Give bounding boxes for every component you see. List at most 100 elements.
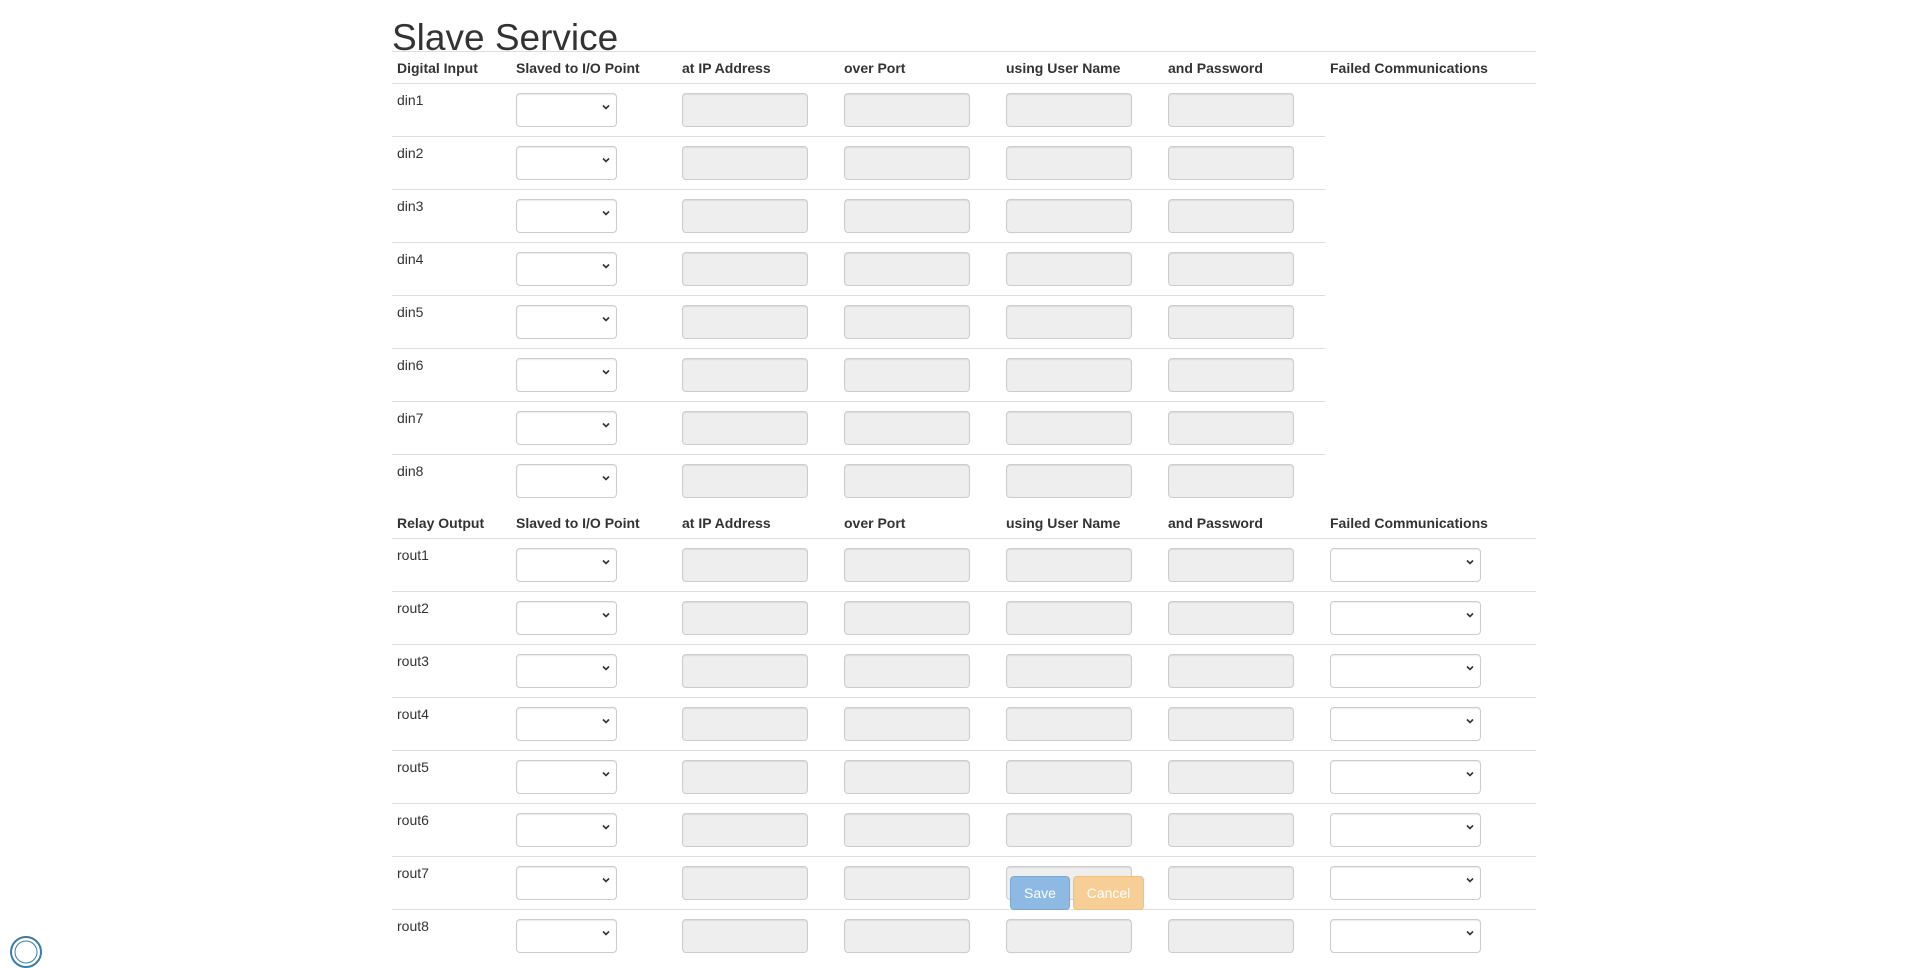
slaved-to-select[interactable]	[516, 760, 617, 794]
ip-address-input[interactable]	[682, 707, 808, 741]
password-input[interactable]	[1168, 93, 1294, 127]
failed-communications-select[interactable]	[1330, 760, 1481, 794]
column-header: and Password	[1163, 507, 1325, 539]
slaved-to-select[interactable]	[516, 601, 617, 635]
slaved-to-select[interactable]	[516, 813, 617, 847]
username-input[interactable]	[1006, 252, 1132, 286]
slaved-to-select[interactable]	[516, 199, 617, 233]
username-input[interactable]	[1006, 654, 1132, 688]
username-input[interactable]	[1006, 760, 1132, 794]
port-input[interactable]	[844, 464, 970, 498]
port-input[interactable]	[844, 411, 970, 445]
ip-address-input[interactable]	[682, 548, 808, 582]
failed-communications-select[interactable]	[1330, 707, 1481, 741]
port-input[interactable]	[844, 548, 970, 582]
ip-address-input[interactable]	[682, 464, 808, 498]
port-input[interactable]	[844, 601, 970, 635]
port-input[interactable]	[844, 199, 970, 233]
ip-address-input[interactable]	[682, 305, 808, 339]
slaved-to-select[interactable]	[516, 654, 617, 688]
failed-communications-select[interactable]	[1330, 654, 1481, 688]
ip-address-cell	[677, 591, 839, 645]
slaved-to-select[interactable]	[516, 919, 617, 953]
ip-address-cell	[677, 348, 839, 402]
username-input[interactable]	[1006, 411, 1132, 445]
password-cell	[1163, 348, 1325, 402]
port-input[interactable]	[844, 707, 970, 741]
password-input[interactable]	[1168, 411, 1294, 445]
slaved-to-select[interactable]	[516, 866, 617, 900]
slaved-to-select[interactable]	[516, 358, 617, 392]
port-input[interactable]	[844, 93, 970, 127]
port-cell	[839, 136, 1001, 190]
ip-address-input[interactable]	[682, 760, 808, 794]
ip-address-input[interactable]	[682, 252, 808, 286]
ip-address-input[interactable]	[682, 919, 808, 953]
slaved-to-select[interactable]	[516, 464, 617, 498]
slaved-to-select[interactable]	[516, 146, 617, 180]
ip-address-input[interactable]	[682, 601, 808, 635]
ip-address-input[interactable]	[682, 813, 808, 847]
port-input[interactable]	[844, 146, 970, 180]
slaved-to-select[interactable]	[516, 93, 617, 127]
password-input[interactable]	[1168, 252, 1294, 286]
port-cell	[839, 189, 1001, 243]
failed-communications-select[interactable]	[1330, 548, 1481, 582]
password-input[interactable]	[1168, 919, 1294, 953]
password-cell	[1163, 401, 1325, 455]
ip-address-input[interactable]	[682, 654, 808, 688]
password-input[interactable]	[1168, 305, 1294, 339]
password-input[interactable]	[1168, 548, 1294, 582]
port-input[interactable]	[844, 252, 970, 286]
username-input[interactable]	[1006, 601, 1132, 635]
password-input[interactable]	[1168, 813, 1294, 847]
failed-communications-select[interactable]	[1330, 866, 1481, 900]
failed-communications-select[interactable]	[1330, 919, 1481, 953]
username-input[interactable]	[1006, 305, 1132, 339]
username-input[interactable]	[1006, 358, 1132, 392]
ip-address-input[interactable]	[682, 358, 808, 392]
ip-address-input[interactable]	[682, 93, 808, 127]
username-input[interactable]	[1006, 464, 1132, 498]
password-input[interactable]	[1168, 707, 1294, 741]
username-input[interactable]	[1006, 919, 1132, 953]
username-input[interactable]	[1006, 93, 1132, 127]
ip-address-input[interactable]	[682, 411, 808, 445]
password-input[interactable]	[1168, 866, 1294, 900]
password-input[interactable]	[1168, 146, 1294, 180]
password-input[interactable]	[1168, 464, 1294, 498]
ip-address-cell	[677, 856, 839, 910]
failed-communications-select[interactable]	[1330, 601, 1481, 635]
username-input[interactable]	[1006, 146, 1132, 180]
slaved-to-select[interactable]	[516, 411, 617, 445]
failed-communications-select[interactable]	[1330, 813, 1481, 847]
password-input[interactable]	[1168, 654, 1294, 688]
slaved-to-select[interactable]	[516, 252, 617, 286]
slaved-to-select[interactable]	[516, 707, 617, 741]
slaved-to-select[interactable]	[516, 548, 617, 582]
port-input[interactable]	[844, 305, 970, 339]
io-point-label: rout6	[392, 803, 511, 857]
password-input[interactable]	[1168, 199, 1294, 233]
username-input[interactable]	[1006, 199, 1132, 233]
port-input[interactable]	[844, 654, 970, 688]
password-input[interactable]	[1168, 601, 1294, 635]
port-input[interactable]	[844, 760, 970, 794]
port-input[interactable]	[844, 813, 970, 847]
ip-address-input[interactable]	[682, 866, 808, 900]
ip-address-cell	[677, 295, 839, 349]
ip-address-input[interactable]	[682, 199, 808, 233]
ip-address-input[interactable]	[682, 146, 808, 180]
slaved-to-select[interactable]	[516, 305, 617, 339]
password-input[interactable]	[1168, 760, 1294, 794]
username-input[interactable]	[1006, 707, 1132, 741]
cancel-button[interactable]: Cancel	[1073, 876, 1144, 910]
save-button[interactable]: Save	[1010, 876, 1070, 910]
password-input[interactable]	[1168, 358, 1294, 392]
port-input[interactable]	[844, 358, 970, 392]
username-input[interactable]	[1006, 548, 1132, 582]
port-input[interactable]	[844, 866, 970, 900]
io-point-label: rout8	[392, 909, 511, 962]
username-input[interactable]	[1006, 813, 1132, 847]
port-input[interactable]	[844, 919, 970, 953]
